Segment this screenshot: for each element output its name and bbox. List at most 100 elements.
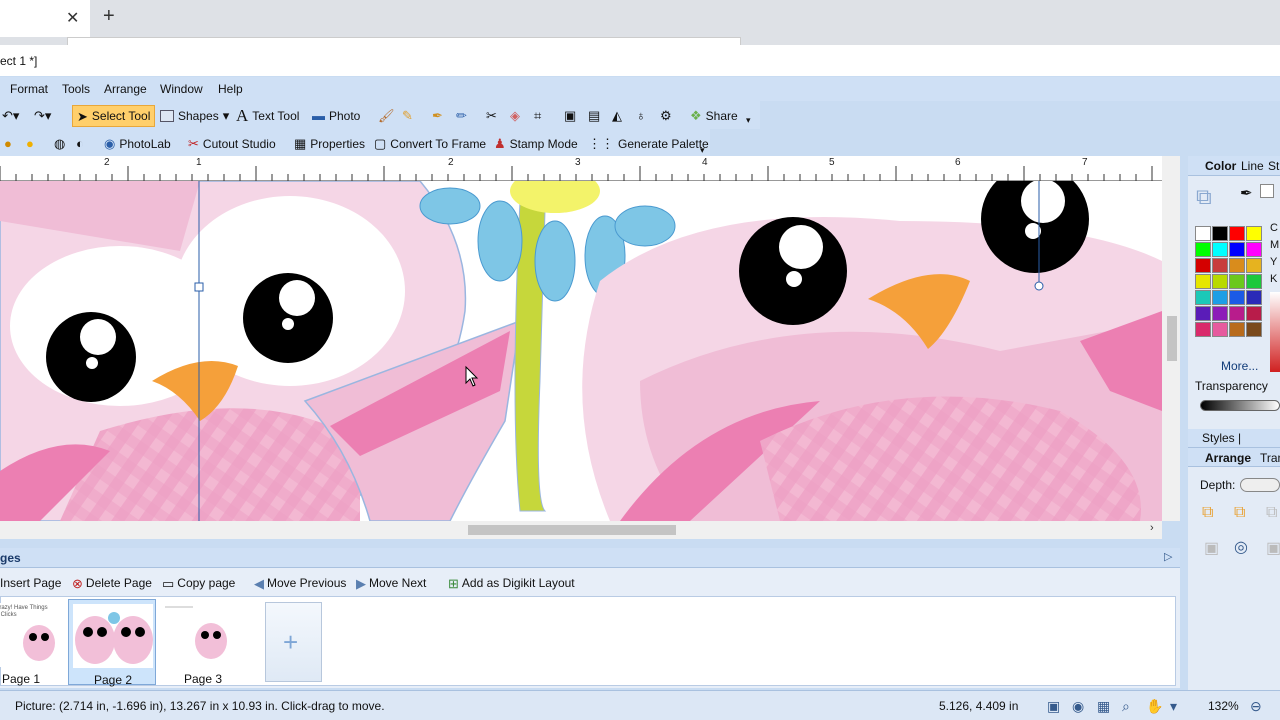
browser-tab[interactable]: ✕: [0, 0, 90, 37]
toolbar-overflow[interactable]: ▾: [746, 111, 751, 130]
redo-button[interactable]: ↷▾: [34, 106, 51, 125]
delete-page-button[interactable]: ⊗ Delete Page: [72, 576, 152, 590]
brush-tool[interactable]: 🖌: [378, 106, 395, 125]
paint-tool[interactable]: ✎: [402, 106, 413, 125]
menu-window[interactable]: Window: [160, 82, 203, 96]
copy-page-button[interactable]: ▭ Copy page: [162, 576, 235, 590]
add-digikit-button[interactable]: ⊞ Add as Digikit Layout: [448, 576, 575, 590]
zoom-icon[interactable]: ⌕: [1122, 698, 1130, 715]
convert-to-frame-button[interactable]: ▢ Convert To Frame: [374, 134, 486, 153]
photolab-button[interactable]: ◉ PhotoLab: [104, 134, 171, 153]
frame-view-icon[interactable]: ▣: [1047, 698, 1060, 715]
move-next-button[interactable]: ▶ Move Next: [356, 576, 426, 590]
fill-stroke-icon[interactable]: ⧉: [1196, 184, 1212, 210]
page-thumbnail-1[interactable]: Fab Crazy! Have Things Super Clicks Page…: [0, 599, 65, 686]
frame-tool[interactable]: ▣: [564, 106, 576, 125]
color-swatch[interactable]: [1212, 274, 1228, 289]
menu-arrange[interactable]: Arrange: [104, 82, 147, 96]
scissors-tool[interactable]: ✂: [486, 106, 497, 125]
select-tool-button[interactable]: ➤ Select Tool: [72, 105, 156, 127]
tab-arrange[interactable]: Arrange: [1205, 451, 1251, 465]
color-swatch[interactable]: [1229, 290, 1245, 305]
color-swatch[interactable]: [1195, 306, 1211, 321]
color-swatch[interactable]: [1229, 242, 1245, 257]
undo-button[interactable]: ↶▾: [2, 106, 19, 125]
color-swatch[interactable]: [1229, 226, 1245, 241]
move-previous-button[interactable]: ◀ Move Previous: [254, 576, 346, 590]
color-swatch[interactable]: [1246, 258, 1262, 273]
more-colors-link[interactable]: More...: [1221, 359, 1258, 373]
cutout-studio-button[interactable]: ✂ Cutout Studio: [188, 134, 276, 153]
color-swatch[interactable]: [1229, 274, 1245, 289]
depth-slider[interactable]: [1240, 478, 1280, 492]
eye-icon[interactable]: ◉: [1072, 698, 1084, 715]
share-button[interactable]: ❖ Share: [690, 106, 738, 125]
edit-tool[interactable]: ▤: [588, 106, 600, 125]
color-swatch[interactable]: [1246, 306, 1262, 321]
color-swatch[interactable]: [1195, 274, 1211, 289]
color-swatch[interactable]: [1195, 242, 1211, 257]
scroll-right-icon[interactable]: ›: [1150, 522, 1154, 534]
insert-page-button[interactable]: Insert Page: [0, 576, 61, 590]
rotation-handle[interactable]: [1034, 281, 1044, 291]
menu-format[interactable]: Format: [10, 82, 48, 96]
tab-line[interactable]: Line: [1241, 159, 1264, 173]
collapse-panel-icon[interactable]: ▷: [1164, 550, 1172, 563]
color-swatch[interactable]: [1195, 226, 1211, 241]
fill-tool[interactable]: ◭: [612, 106, 622, 125]
pen-tool[interactable]: ✒: [432, 106, 443, 125]
effect-button-2[interactable]: ●: [26, 134, 34, 153]
color-swatch[interactable]: [1212, 242, 1228, 257]
grid-icon[interactable]: ▦: [1097, 698, 1110, 715]
color-swatch[interactable]: [1229, 258, 1245, 273]
horizontal-ruler[interactable]: 2 1 2 3 4 5 6 7: [0, 156, 1162, 181]
color-swatch[interactable]: [1195, 258, 1211, 273]
text-tool-button[interactable]: A Text Tool: [236, 106, 299, 125]
tab-color[interactable]: Color: [1205, 159, 1236, 173]
zoom-options-icon[interactable]: ▾: [1170, 698, 1177, 715]
flip-icon[interactable]: ▣: [1266, 538, 1280, 558]
color-ramp[interactable]: [1270, 292, 1280, 372]
color-swatch[interactable]: [1212, 306, 1228, 321]
horizontal-scrollbar[interactable]: ›: [0, 521, 1162, 539]
shapes-button[interactable]: Shapes ▾: [160, 106, 229, 125]
crop-tool[interactable]: ⌗: [534, 106, 541, 125]
color-swatch[interactable]: [1246, 322, 1262, 337]
no-color-swatch[interactable]: [1260, 184, 1274, 198]
color-swatch[interactable]: [1229, 322, 1245, 337]
settings-tool[interactable]: ⚙: [660, 106, 672, 125]
rotate-icon[interactable]: ◎: [1234, 537, 1248, 557]
hand-icon[interactable]: ✋: [1146, 698, 1163, 715]
pencil-tool[interactable]: ✏: [456, 106, 467, 125]
page-thumbnail-3[interactable]: Page 3: [159, 599, 247, 686]
color-swatch[interactable]: [1212, 322, 1228, 337]
menu-help[interactable]: Help: [218, 82, 243, 96]
color-swatch[interactable]: [1195, 290, 1211, 305]
horizontal-scroll-thumb[interactable]: [468, 525, 676, 535]
effect-button-3[interactable]: ◍: [54, 134, 65, 153]
vertical-scrollbar[interactable]: [1162, 156, 1180, 521]
send-backward-icon[interactable]: ⧉: [1234, 504, 1245, 522]
zoom-out-icon[interactable]: ⊖: [1250, 698, 1262, 715]
color-swatch[interactable]: [1246, 242, 1262, 257]
menu-tools[interactable]: Tools: [62, 82, 90, 96]
effect-button-4[interactable]: ◐: [76, 134, 84, 153]
panel-splitter[interactable]: [0, 539, 1180, 548]
color-swatch[interactable]: [1212, 258, 1228, 273]
group-icon[interactable]: ▣: [1204, 538, 1219, 558]
generate-palette-button[interactable]: ⋮⋮ Generate Palette: [588, 134, 709, 153]
bring-forward-icon[interactable]: ⧉: [1202, 504, 1213, 522]
color-swatch[interactable]: [1229, 306, 1245, 321]
selection-handle[interactable]: [194, 282, 204, 292]
new-tab-icon[interactable]: +: [103, 5, 115, 28]
effect-button-1[interactable]: ●: [4, 134, 12, 153]
color-swatch[interactable]: [1212, 226, 1228, 241]
tab-styles[interactable]: St: [1268, 159, 1279, 173]
color-swatch[interactable]: [1246, 274, 1262, 289]
color-swatch[interactable]: [1246, 290, 1262, 305]
transparency-slider[interactable]: [1200, 400, 1280, 411]
photo-button[interactable]: ▬ Photo: [312, 106, 360, 125]
stamp-mode-button[interactable]: ♟ Stamp Mode: [494, 134, 578, 153]
color-swatch[interactable]: [1195, 322, 1211, 337]
color-swatch[interactable]: [1246, 226, 1262, 241]
